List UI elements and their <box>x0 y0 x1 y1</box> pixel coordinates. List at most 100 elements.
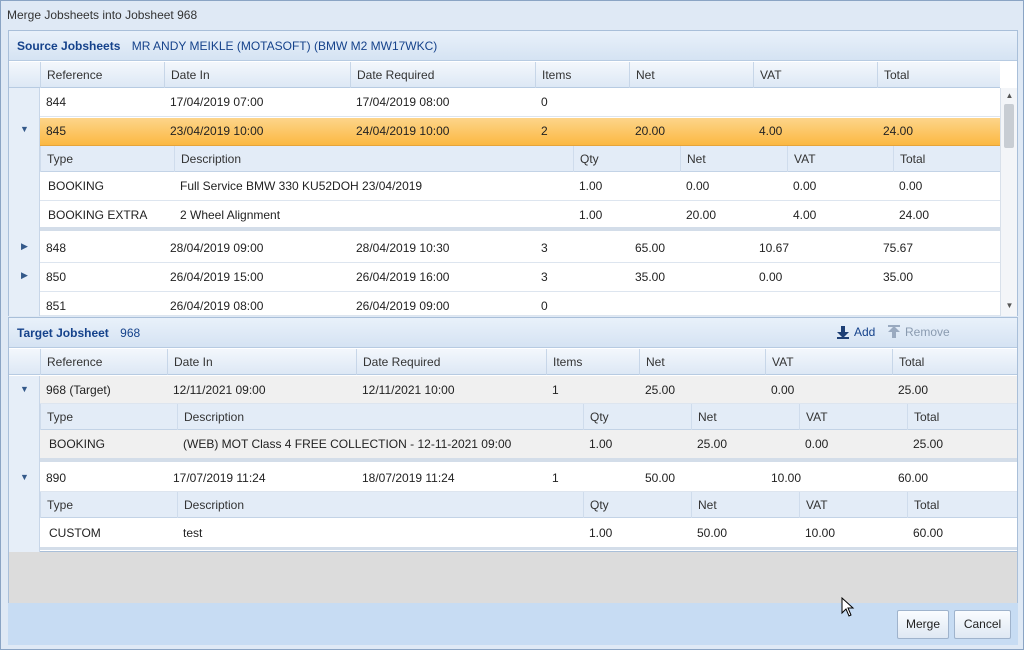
scroll-thumb[interactable] <box>1004 104 1014 148</box>
target-panel: Target Jobsheet 968 Add Remove Reference… <box>8 317 1018 552</box>
cell-net: 20.00 <box>635 124 666 138</box>
table-row[interactable]: 848 28/04/2019 09:00 28/04/2019 10:30 3 … <box>40 234 1000 263</box>
detail-col-total[interactable]: Total <box>907 404 1017 430</box>
source-panel: Source Jobsheets MR ANDY MEIKLE (MOTASOF… <box>8 30 1018 316</box>
detail-col-total[interactable]: Total <box>907 492 1017 518</box>
cell-items: 0 <box>541 299 548 313</box>
cell-items: 1 <box>552 471 559 485</box>
remove-button[interactable]: Remove <box>887 325 950 339</box>
detail-col-net[interactable]: Net <box>691 492 799 518</box>
source-scrollbar[interactable]: ▲ ▼ <box>1000 88 1017 316</box>
source-header: Source Jobsheets MR ANDY MEIKLE (MOTASOF… <box>9 31 1017 61</box>
cell-reference: 890 <box>46 471 67 485</box>
col-date-in[interactable]: Date In <box>167 349 356 375</box>
cell-reference: 851 <box>46 299 67 313</box>
scroll-down-icon[interactable]: ▼ <box>1001 301 1018 310</box>
detail-col-type[interactable]: Type <box>40 404 177 430</box>
cell-description: Full Service BMW 330 KU52DOH 23/04/2019 <box>180 179 423 193</box>
cell-net: 50.00 <box>697 526 728 540</box>
cell-date-in: 17/04/2019 07:00 <box>170 95 264 109</box>
cell-description: test <box>183 526 203 540</box>
table-row[interactable]: 851 26/04/2019 08:00 26/04/2019 09:00 0 <box>40 292 1000 316</box>
cell-date-required: 17/04/2019 08:00 <box>356 95 450 109</box>
cell-date-required: 26/04/2019 09:00 <box>356 299 450 313</box>
expand-arrow-icon[interactable]: ▶ <box>9 241 40 252</box>
detail-col-qty[interactable]: Qty <box>583 404 691 430</box>
detail-col-qty[interactable]: Qty <box>583 492 691 518</box>
cell-items: 1 <box>552 383 559 397</box>
detail-row[interactable]: BOOKING Full Service BMW 330 KU52DOH 23/… <box>40 172 1000 201</box>
add-label: Add <box>854 325 876 339</box>
cell-net: 50.00 <box>645 471 676 485</box>
col-net[interactable]: Net <box>629 62 753 88</box>
detail-col-type[interactable]: Type <box>40 146 174 172</box>
cell-net: 65.00 <box>635 241 666 255</box>
cell-items: 2 <box>541 124 548 138</box>
table-row[interactable]: 968 (Target) 12/11/2021 09:00 12/11/2021… <box>40 376 1017 404</box>
collapse-arrow-icon[interactable]: ▼ <box>9 124 40 134</box>
detail-header: Type Description Qty Net VAT Total <box>40 146 1000 172</box>
cell-date-required: 18/07/2019 11:24 <box>362 471 455 485</box>
add-button[interactable]: Add <box>836 325 875 339</box>
cell-date-in: 12/11/2021 09:00 <box>173 383 266 397</box>
cell-total: 25.00 <box>898 383 929 397</box>
table-row-selected[interactable]: 845 23/04/2019 10:00 24/04/2019 10:00 2 … <box>40 118 1000 146</box>
detail-col-description[interactable]: Description <box>174 146 573 172</box>
detail-row[interactable]: CUSTOM test 1.00 50.00 10.00 60.00 <box>40 518 1017 550</box>
source-customer: MR ANDY MEIKLE (MOTASOFT) (BMW M2 MW17WK… <box>131 39 438 53</box>
col-total[interactable]: Total <box>892 349 1017 375</box>
detail-col-description[interactable]: Description <box>177 404 583 430</box>
cell-reference: 844 <box>46 95 67 109</box>
table-row[interactable]: 844 17/04/2019 07:00 17/04/2019 08:00 0 <box>40 88 1000 117</box>
detail-col-vat[interactable]: VAT <box>799 492 907 518</box>
cancel-button[interactable]: Cancel <box>954 610 1011 639</box>
cell-date-required: 24/04/2019 10:00 <box>356 124 450 138</box>
source-title: Source Jobsheets <box>17 39 121 53</box>
col-reference[interactable]: Reference <box>40 349 167 375</box>
scroll-up-icon[interactable]: ▲ <box>1001 91 1018 100</box>
merge-button[interactable]: Merge <box>897 610 949 639</box>
cell-total: 60.00 <box>898 471 929 485</box>
col-items[interactable]: Items <box>546 349 639 375</box>
cell-reference: 848 <box>46 241 67 255</box>
col-items[interactable]: Items <box>535 62 629 88</box>
col-date-required[interactable]: Date Required <box>356 349 546 375</box>
detail-col-total[interactable]: Total <box>893 146 1000 172</box>
detail-col-qty[interactable]: Qty <box>573 146 680 172</box>
cell-total: 75.67 <box>883 241 914 255</box>
cell-qty: 1.00 <box>589 437 613 451</box>
detail-col-type[interactable]: Type <box>40 492 177 518</box>
col-date-in[interactable]: Date In <box>164 62 350 88</box>
table-row[interactable]: 890 17/07/2019 11:24 18/07/2019 11:24 1 … <box>40 464 1017 492</box>
detail-col-net[interactable]: Net <box>691 404 799 430</box>
cell-reference: 968 (Target) <box>46 383 111 397</box>
cell-total: 0.00 <box>899 179 923 193</box>
collapse-arrow-icon[interactable]: ▼ <box>9 472 40 482</box>
cell-date-in: 23/04/2019 10:00 <box>170 124 264 138</box>
detail-col-vat[interactable]: VAT <box>787 146 893 172</box>
detail-row[interactable]: BOOKING EXTRA 2 Wheel Alignment 1.00 20.… <box>40 201 1000 231</box>
detail-col-net[interactable]: Net <box>680 146 787 172</box>
detail-row[interactable]: BOOKING (WEB) MOT Class 4 FREE COLLECTIO… <box>40 430 1017 462</box>
expand-arrow-icon[interactable]: ▶ <box>9 270 40 281</box>
merge-dialog: Merge Jobsheets into Jobsheet 968 Source… <box>0 0 1024 650</box>
cell-net: 35.00 <box>635 270 666 284</box>
detail-col-description[interactable]: Description <box>177 492 583 518</box>
col-vat[interactable]: VAT <box>753 62 877 88</box>
col-reference[interactable]: Reference <box>40 62 164 88</box>
cell-vat: 0.00 <box>793 179 817 193</box>
col-vat[interactable]: VAT <box>765 349 892 375</box>
detail-header: Type Description Qty Net VAT Total <box>40 492 1017 518</box>
table-row[interactable]: 850 26/04/2019 15:00 26/04/2019 16:00 3 … <box>40 263 1000 292</box>
detail-col-vat[interactable]: VAT <box>799 404 907 430</box>
cell-total: 35.00 <box>883 270 914 284</box>
col-date-required[interactable]: Date Required <box>350 62 535 88</box>
collapse-arrow-icon[interactable]: ▼ <box>9 384 40 394</box>
cell-date-in: 17/07/2019 11:24 <box>173 471 266 485</box>
empty-grid-area <box>8 552 1018 603</box>
col-net[interactable]: Net <box>639 349 765 375</box>
download-arrow-icon <box>837 326 849 339</box>
cell-items: 0 <box>541 95 548 109</box>
col-total[interactable]: Total <box>877 62 1000 88</box>
cell-items: 3 <box>541 270 548 284</box>
